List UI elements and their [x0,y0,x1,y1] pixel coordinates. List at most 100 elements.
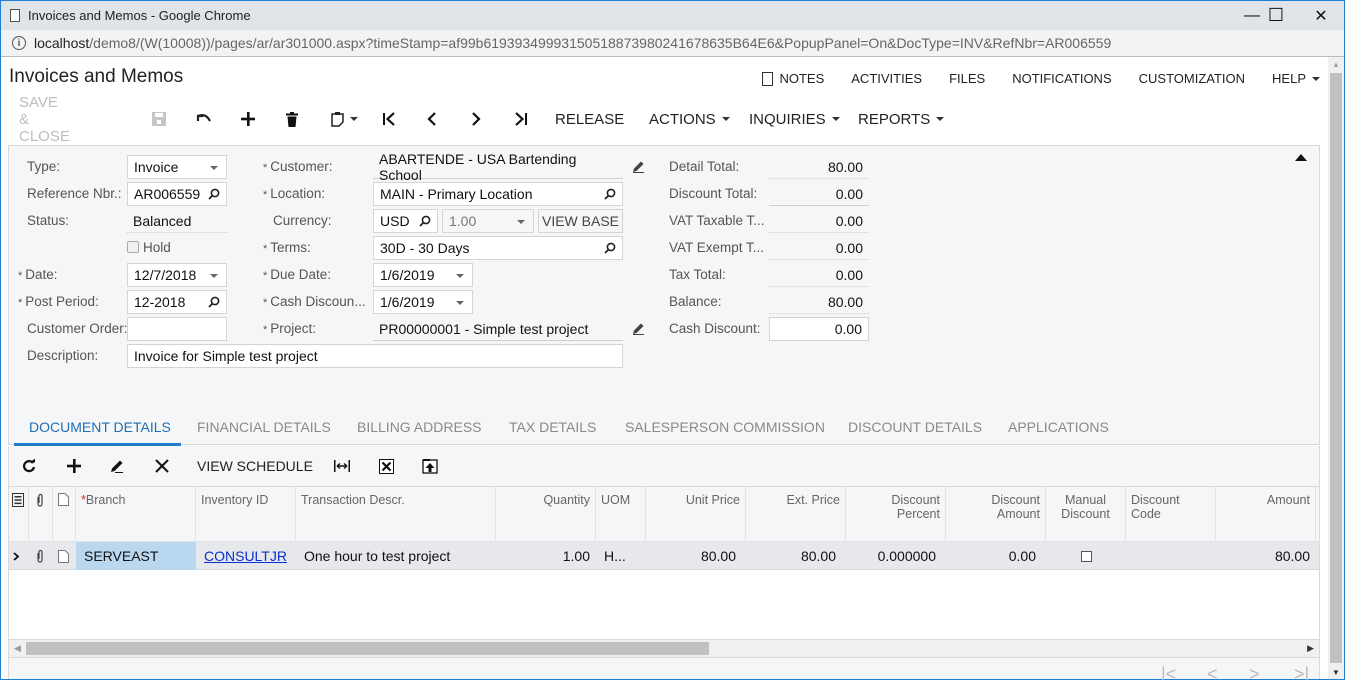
cell-discount-code[interactable] [1126,542,1216,570]
refresh-button[interactable] [22,456,36,476]
search-icon[interactable] [208,188,220,200]
cell-ext-price[interactable]: 80.00 [746,542,846,570]
help-menu[interactable]: HELP [1272,71,1320,86]
tab-salesperson-commission[interactable]: SALESPERSON COMMISSION [625,419,825,435]
tab-discount-details[interactable]: DISCOUNT DETAILS [848,419,982,435]
add-row-button[interactable] [67,456,81,476]
collapse-icon[interactable] [1295,154,1307,161]
undo-button[interactable] [196,105,212,133]
inventory-id-link[interactable]: CONSULTJR [204,548,287,564]
tab-document-details[interactable]: DOCUMENT DETAILS [29,419,171,435]
clipboard-menu-button[interactable] [331,105,358,133]
inquiries-menu[interactable]: INQUIRIES [749,105,840,133]
actions-menu[interactable]: ACTIONS [649,105,730,133]
activities-link[interactable]: ACTIVITIES [851,71,922,86]
row-indicator[interactable] [9,542,29,570]
customer-value[interactable]: ABARTENDE - USA Bartending School [373,151,623,183]
last-record-button[interactable] [514,105,528,133]
maximize-button[interactable]: ☐ [1253,1,1299,30]
address-bar[interactable]: i localhost/demo8/(W(10008))/pages/ar/ar… [1,30,1344,57]
column-header-discount-amount[interactable]: Discount Amount [946,487,1046,542]
column-header-ext-price[interactable]: Ext. Price [746,487,846,542]
edit-pencil-icon[interactable] [632,322,645,335]
save-button[interactable] [152,105,166,133]
column-header-manual-discount[interactable]: Manual Discount [1046,487,1126,542]
column-header-discount-percent[interactable]: Discount Percent [846,487,946,542]
pager-prev-button[interactable]: < [1207,664,1218,680]
cash-discount-input[interactable]: 0.00 [769,317,869,341]
pager-last-button[interactable]: >| [1294,664,1309,680]
ref-nbr-input[interactable]: AR006559 [127,182,227,206]
horizontal-scroll-thumb[interactable] [26,642,709,655]
cell-branch[interactable]: SERVEAST [76,542,196,570]
column-header-amount[interactable]: Amount [1216,487,1316,542]
pager-next-button[interactable]: > [1249,664,1260,680]
project-value[interactable]: PR00000001 - Simple test project [373,317,623,341]
reports-menu[interactable]: REPORTS [858,105,945,133]
tab-tax-details[interactable]: TAX DETAILS [509,419,596,435]
scroll-right-icon[interactable]: ▶ [1307,643,1314,654]
close-button[interactable]: ✕ [1298,1,1344,30]
search-icon[interactable] [208,296,220,308]
edit-pencil-icon[interactable] [632,160,645,173]
post-period-input[interactable]: 12-2018 [127,290,227,314]
cell-discount-amount[interactable]: 0.00 [946,542,1046,570]
type-select[interactable]: Invoice [127,155,227,179]
first-record-button[interactable] [382,105,396,133]
scroll-down-icon[interactable]: ▼ [1328,665,1344,679]
cell-amount[interactable]: 80.00 [1216,542,1316,570]
row-selector-header[interactable] [9,487,29,542]
notifications-link[interactable]: NOTIFICATIONS [1012,71,1111,86]
cell-unit-price[interactable]: 80.00 [646,542,746,570]
currency-rate-select[interactable]: 1.00 [442,209,534,233]
export-excel-button[interactable] [379,456,394,476]
scroll-left-icon[interactable]: ◀ [14,643,21,654]
delete-button[interactable] [286,105,298,133]
column-header-quantity[interactable]: Quantity [496,487,596,542]
release-button[interactable]: RELEASE [555,105,624,133]
vertical-scroll-thumb[interactable] [1330,73,1342,663]
vertical-scrollbar[interactable]: ▲ ▼ [1328,57,1344,679]
cell-inventory-id[interactable]: CONSULTJR [196,542,296,570]
row-attachment[interactable] [29,542,53,570]
notes-link[interactable]: NOTES [762,71,824,86]
pager-first-button[interactable]: |< [1161,664,1176,680]
column-header-transaction-descr[interactable]: Transaction Descr. [296,487,496,542]
fit-columns-button[interactable] [334,456,350,476]
view-schedule-button[interactable]: VIEW SCHEDULE [197,456,313,476]
cell-quantity[interactable]: 1.00 [496,542,596,570]
tab-financial-details[interactable]: FINANCIAL DETAILS [197,419,331,435]
column-header-uom[interactable]: UOM [596,487,646,542]
column-header-discount-code[interactable]: Discount Code [1126,487,1216,542]
row-note[interactable] [53,542,76,570]
cell-manual-discount[interactable] [1046,542,1126,570]
info-icon[interactable]: i [12,36,26,50]
cell-uom[interactable]: H... [596,542,646,570]
cash-discount-date-input[interactable]: 1/6/2019 [373,290,473,314]
search-icon[interactable] [419,215,431,227]
customization-link[interactable]: CUSTOMIZATION [1139,71,1245,86]
cell-discount-percent[interactable]: 0.000000 [846,542,946,570]
files-link[interactable]: FILES [949,71,985,86]
tab-billing-address[interactable]: BILLING ADDRESS [357,419,482,435]
description-input[interactable]: Invoice for Simple test project [127,344,623,368]
next-record-button[interactable] [471,105,481,133]
prev-record-button[interactable] [427,105,437,133]
horizontal-scrollbar[interactable]: ◀ ▶ [8,640,1320,657]
view-base-button[interactable]: VIEW BASE [538,209,623,233]
table-row[interactable]: SERVEAST CONSULTJR One hour to test proj… [9,542,1319,570]
add-button[interactable] [241,105,255,133]
due-date-input[interactable]: 1/6/2019 [373,263,473,287]
date-input[interactable]: 12/7/2018 [127,263,227,287]
tab-applications[interactable]: APPLICATIONS [1008,419,1109,435]
column-header-branch[interactable]: *Branch [76,487,196,542]
terms-input[interactable]: 30D - 30 Days [373,236,623,260]
currency-input[interactable]: USD [373,209,438,233]
location-input[interactable]: MAIN - Primary Location [373,182,623,206]
cell-transaction-descr[interactable]: One hour to test project [296,542,496,570]
column-header-unit-price[interactable]: Unit Price [646,487,746,542]
column-header-inventory-id[interactable]: Inventory ID [196,487,296,542]
upload-button[interactable] [422,456,438,476]
delete-row-button[interactable] [155,456,169,476]
manual-discount-checkbox[interactable] [1080,550,1092,562]
